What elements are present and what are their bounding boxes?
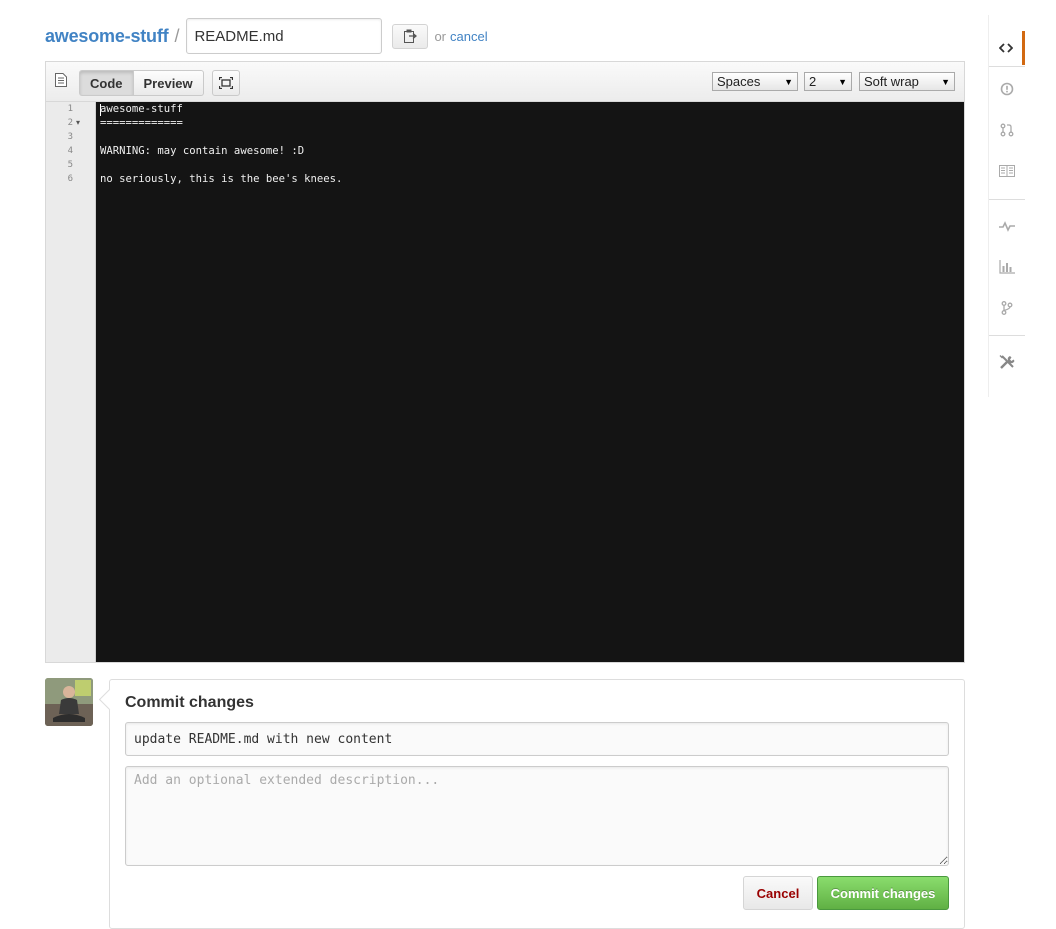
code-line: ============= — [100, 117, 183, 129]
wrap-mode-value: Soft wrap — [864, 74, 919, 89]
code-icon — [998, 43, 1013, 53]
nav-item-pull-requests[interactable] — [989, 113, 1025, 147]
or-text: or — [434, 28, 447, 44]
repo-nav — [988, 15, 1025, 397]
repo-name-link[interactable]: awesome-stuff — [45, 26, 169, 47]
indent-size-value: 2 — [809, 74, 817, 89]
fold-marker-icon[interactable]: ▾ — [76, 116, 80, 130]
nav-divider — [989, 199, 1025, 200]
network-icon — [1001, 301, 1013, 315]
breadcrumb: awesome-stuff / or cancel — [45, 18, 488, 54]
line-number: 1 — [67, 104, 73, 114]
nav-item-pulse[interactable] — [989, 209, 1025, 243]
breadcrumb-separator: / — [174, 25, 180, 46]
editor-toolbar: Code Preview Spaces ▼ 2 ▼ Soft wrap ▼ — [46, 62, 964, 102]
commit-summary-input[interactable] — [125, 722, 949, 756]
pull-requests-icon — [1000, 123, 1014, 137]
document-icon — [55, 73, 67, 87]
nav-item-network[interactable] — [989, 291, 1025, 325]
commit-title: Commit changes — [125, 694, 254, 711]
commit-form: Commit changes Cancel Commit changes — [109, 679, 965, 929]
tab-code[interactable]: Code — [79, 70, 134, 96]
line-number: 3 — [67, 132, 73, 142]
wrap-mode-select[interactable]: Soft wrap ▼ — [859, 72, 955, 91]
settings-icon — [999, 355, 1015, 369]
graphs-icon — [999, 260, 1015, 274]
user-photo-icon — [45, 678, 93, 726]
issues-icon — [1000, 82, 1014, 96]
avatar[interactable] — [45, 678, 93, 726]
code-line: WARNING: may contain awesome! :D — [100, 145, 305, 157]
fullscreen-button[interactable] — [212, 70, 240, 96]
line-number-gutter: 1 2 ▾ 3 4 5 6 — [46, 102, 96, 662]
line-number: 6 — [67, 174, 73, 184]
indent-mode-value: Spaces — [717, 74, 761, 89]
filename-input[interactable] — [186, 18, 383, 54]
commit-changes-button[interactable]: Commit changes — [817, 876, 949, 910]
line-number: 2 — [67, 118, 73, 128]
nav-divider — [989, 335, 1025, 336]
indent-size-select[interactable]: 2 ▼ — [804, 72, 852, 91]
line-number: 4 — [67, 146, 73, 156]
nav-divider — [989, 66, 1025, 67]
tab-preview[interactable]: Preview — [133, 70, 204, 96]
fullscreen-icon — [219, 77, 233, 89]
nav-item-issues[interactable] — [989, 72, 1025, 106]
nav-item-settings[interactable] — [989, 345, 1025, 379]
cancel-button[interactable]: Cancel — [743, 876, 813, 910]
dropdown-arrow-icon: ▼ — [784, 76, 793, 87]
cancel-link[interactable]: cancel — [450, 29, 488, 44]
file-editor: Code Preview Spaces ▼ 2 ▼ Soft wrap ▼ 1 … — [45, 61, 965, 663]
nav-item-code[interactable] — [989, 31, 1025, 65]
nav-item-graphs[interactable] — [989, 250, 1025, 284]
indent-mode-select[interactable]: Spaces ▼ — [712, 72, 798, 91]
commit-description-input[interactable] — [125, 766, 949, 866]
line-number: 5 — [67, 160, 73, 170]
nav-item-wiki[interactable] — [989, 154, 1025, 188]
code-line: no seriously, this is the bee's knees. — [100, 173, 343, 185]
code-text-area[interactable]: awesome-stuff ============= WARNING: may… — [96, 102, 964, 662]
dropdown-arrow-icon: ▼ — [838, 76, 847, 87]
clipboard-icon — [404, 29, 418, 43]
dropdown-arrow-icon: ▼ — [941, 76, 950, 87]
editor-mode-tabs: Code Preview — [79, 70, 204, 96]
wiki-icon — [999, 165, 1015, 177]
pulse-icon — [999, 221, 1015, 232]
file-path-button[interactable] — [392, 23, 429, 49]
code-line: awesome-stuff — [100, 103, 183, 115]
